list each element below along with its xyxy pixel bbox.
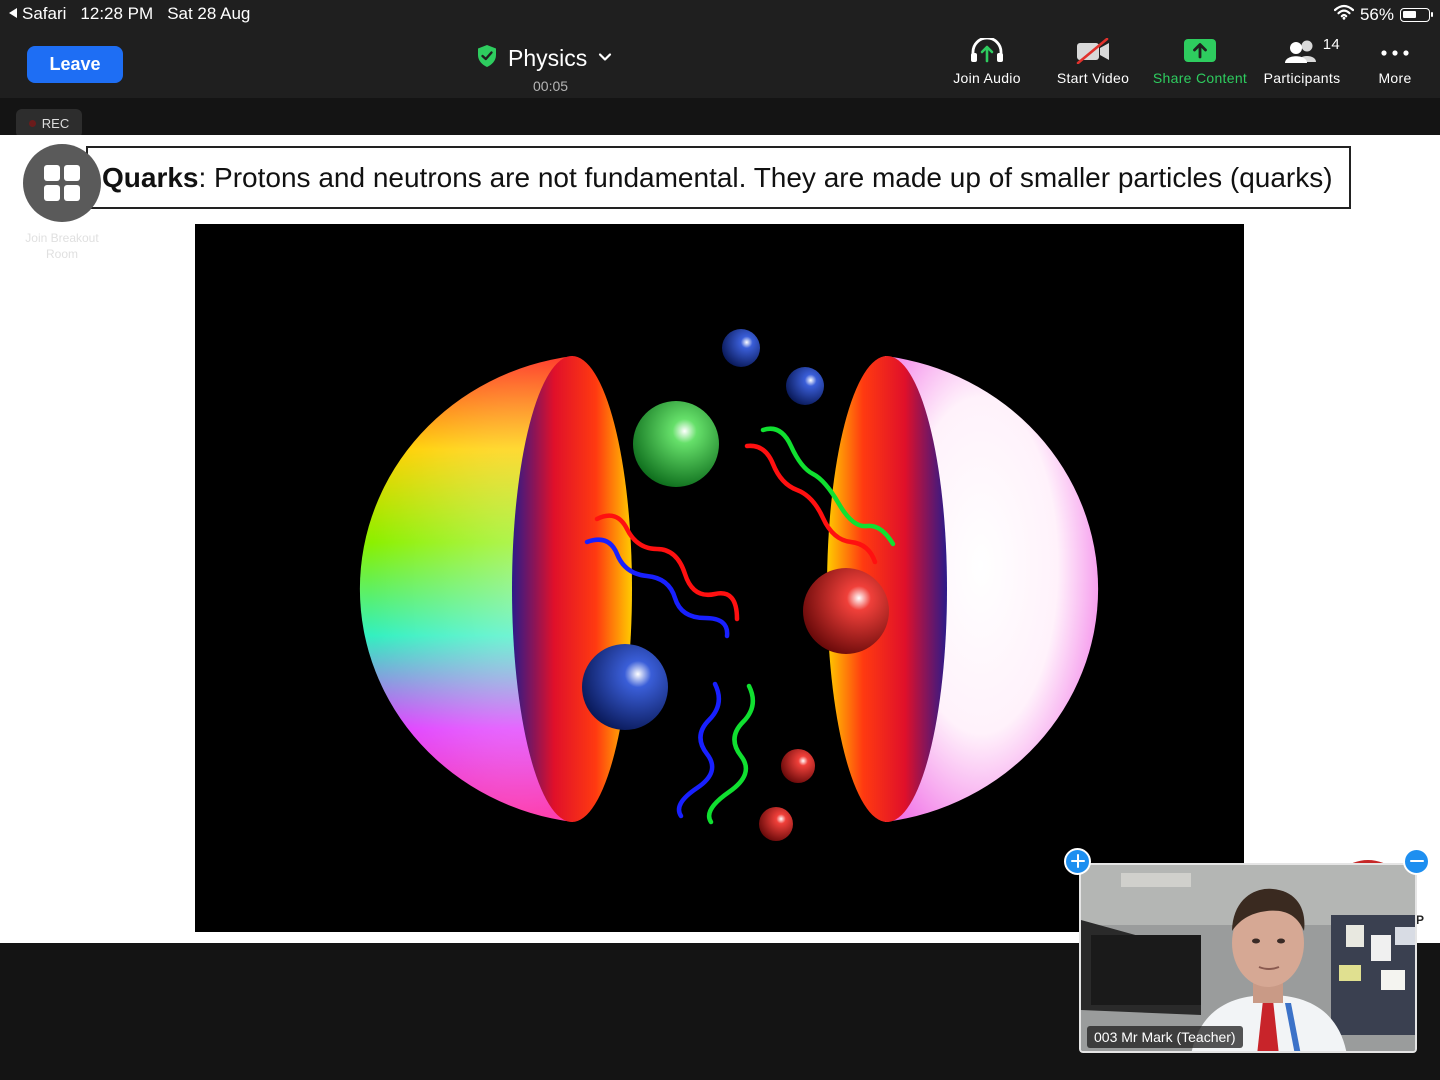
small-blue-quark [786, 367, 824, 405]
wifi-icon [1333, 4, 1355, 25]
slide-title-text: : Protons and neutrons are not fundament… [198, 161, 1333, 193]
share-content-label: Share Content [1152, 70, 1248, 86]
slide-title: Quarks : Protons and neutrons are not fu… [86, 146, 1351, 209]
small-red-quark [759, 807, 793, 841]
participant-count: 14 [1322, 36, 1340, 53]
join-audio-button[interactable]: Join Audio [934, 28, 1040, 98]
small-blue-quark [722, 329, 760, 367]
video-off-icon [1075, 38, 1111, 70]
start-video-label: Start Video [1056, 70, 1130, 86]
battery-percent: 56% [1359, 4, 1394, 24]
enlarge-video-button[interactable] [1064, 848, 1091, 875]
leave-button[interactable]: Leave [27, 46, 123, 83]
participants-icon [1284, 38, 1320, 70]
more-button[interactable]: More [1350, 28, 1440, 98]
blue-quark [582, 644, 668, 730]
meeting-toolbar: Join Audio Start Video Share Content 14 … [934, 28, 1440, 98]
headphones-icon [969, 38, 1005, 70]
start-video-button[interactable]: Start Video [1040, 28, 1146, 98]
breakout-label: Join Breakout Room [25, 231, 99, 261]
small-red-quark [781, 749, 815, 783]
green-quark [633, 401, 719, 487]
back-app-label: Safari [22, 4, 67, 23]
teacher-video-feed [1081, 865, 1415, 1051]
quark-illustration [195, 224, 1244, 932]
more-dots-icon [1377, 38, 1413, 70]
red-quark [803, 568, 889, 654]
recording-badge[interactable]: REC [16, 109, 82, 138]
slide-edge-letter: P [1416, 913, 1425, 927]
security-shield-icon[interactable] [476, 44, 498, 73]
shared-slide: Quarks : Protons and neutrons are not fu… [0, 135, 1440, 943]
participant-name-label: 003 Mr Mark (Teacher) [1087, 1026, 1243, 1048]
meeting-title: Physics [508, 45, 588, 71]
join-audio-label: Join Audio [953, 70, 1021, 86]
plus-icon [1070, 852, 1085, 872]
back-to-app[interactable]: Safari [8, 4, 66, 24]
meeting-timer: 00:05 [533, 78, 569, 94]
chevron-down-icon[interactable] [597, 50, 613, 68]
battery-icon [1400, 7, 1433, 22]
status-bar: Safari 12:28 PM Sat 28 Aug 56% [0, 0, 1440, 28]
minus-icon [1409, 852, 1424, 872]
slide-title-bold: Quarks [102, 161, 199, 193]
more-label: More [1378, 70, 1412, 86]
share-content-button[interactable]: Share Content [1146, 28, 1254, 98]
left-hemisphere-face [512, 356, 632, 822]
meeting-info[interactable]: Physics 00:05 [476, 44, 613, 94]
quark-diagram-icon [359, 329, 1099, 841]
rec-label: REC [41, 116, 70, 131]
breakout-grid-icon [44, 165, 80, 201]
meeting-top-bar: Leave Physics 00:05 Join Audio Start Vid… [0, 28, 1440, 98]
back-triangle-icon [8, 4, 18, 24]
recording-dot-icon [28, 120, 36, 127]
minimize-video-button[interactable] [1403, 848, 1430, 875]
participant-video-tile[interactable]: 003 Mr Mark (Teacher) [1079, 863, 1417, 1053]
status-date: Sat 28 Aug [167, 4, 251, 23]
participants-label: Participants [1263, 70, 1341, 86]
join-breakout-room-button[interactable] [23, 144, 101, 222]
share-up-arrow-icon [1182, 38, 1218, 70]
status-time: 12:28 PM [80, 4, 154, 23]
participants-button[interactable]: 14 Participants [1254, 28, 1350, 98]
